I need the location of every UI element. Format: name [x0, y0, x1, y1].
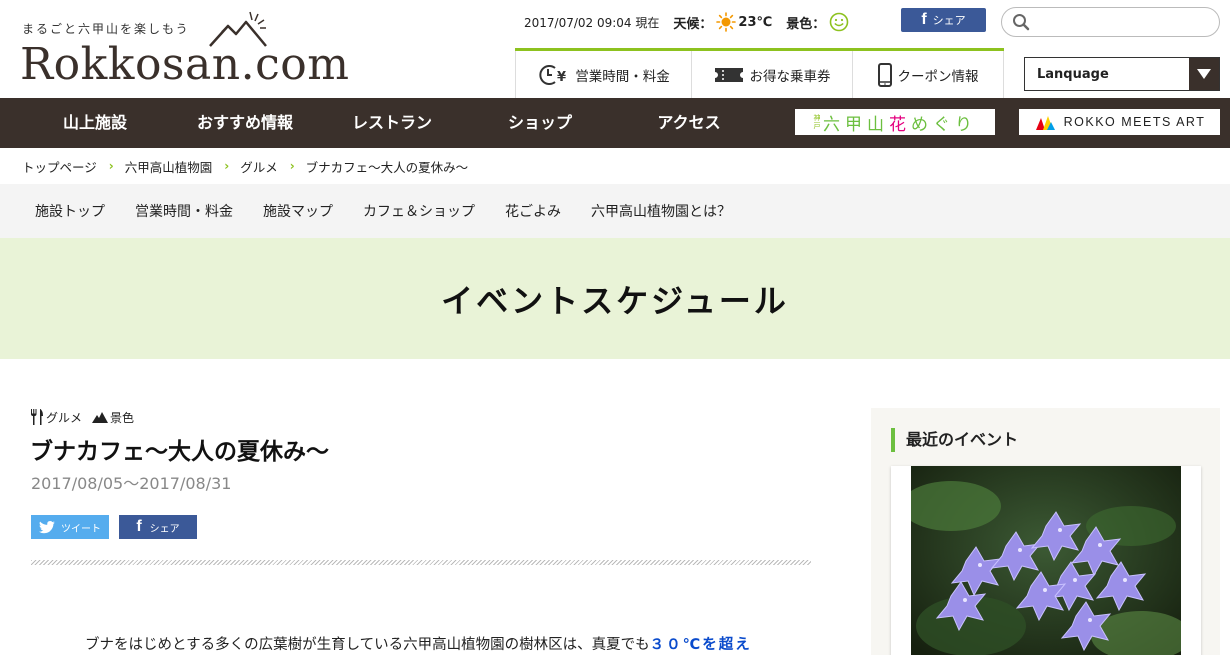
article-title: ブナカフェ～大人の夏休み～ [30, 439, 329, 465]
quick-link-coupons[interactable]: クーポン情報 [852, 51, 1004, 98]
banner-hana-text: 六甲山花めぐり [823, 114, 977, 135]
chevron-right-icon: › [224, 159, 230, 173]
sub-nav-item[interactable]: 花ごよみ [505, 201, 561, 221]
sub-nav-item[interactable]: 営業時間・料金 [135, 201, 233, 221]
facebook-icon: f [136, 518, 142, 535]
search-input[interactable] [1001, 7, 1220, 37]
tweet-button[interactable]: ツイート [31, 515, 109, 539]
quick-nav: ¥ 営業時間・料金 お得な乗車券 クーポン情報 [515, 48, 1004, 98]
status-bar: 2017/07/02 09:04 現在 天候： 23℃ 景色： [524, 10, 849, 34]
logo-wordmark: Rokkosan.com [20, 39, 350, 90]
sun-icon [716, 12, 737, 32]
sub-nav-item[interactable]: 施設トップ [35, 201, 105, 221]
category-tag[interactable]: グルメ [30, 408, 82, 426]
breadcrumb-current: ブナカフェ～大人の夏休み～ [305, 159, 469, 175]
event-date: 2017/08/05～2017/08/31 [31, 474, 232, 493]
breadcrumb-link[interactable]: トップページ [22, 157, 97, 176]
sidebar: 最近のイベント [871, 408, 1220, 655]
weather-label: 天候： [673, 16, 713, 32]
page-title: イベントスケジュール [441, 281, 789, 320]
nav-item-recommended[interactable]: おすすめ情報 [180, 98, 310, 148]
facility-sub-nav: 施設トップ 営業時間・料金 施設マップ カフェ＆ショップ 花ごよみ 六甲高山植物… [0, 184, 1230, 238]
breadcrumb-link[interactable]: グルメ [240, 157, 278, 176]
mountain-icon [92, 412, 109, 423]
site-logo[interactable]: まるごと六甲山を楽しもう Rokkosan.com [20, 10, 370, 90]
facebook-share-label: シェア [149, 523, 180, 535]
facebook-share-label: シェア [932, 14, 966, 27]
chevron-down-icon [1189, 58, 1219, 90]
facebook-icon: f [921, 11, 927, 28]
banner-hana-prefix: 神戸 [813, 114, 821, 130]
nav-item-restaurant[interactable]: レストラン [332, 98, 452, 148]
page-hero: イベントスケジュール [0, 238, 1230, 359]
rokko-meets-art-banner[interactable]: ROKKO MEETS ART [1019, 109, 1220, 135]
quick-link-label: クーポン情報 [897, 68, 979, 85]
quick-link-label: お得な乗車券 [749, 68, 831, 85]
category-label: グルメ [46, 410, 83, 425]
art-logo-icon [1035, 116, 1055, 130]
twitter-icon [39, 520, 55, 533]
sidebar-heading: 最近のイベント [891, 428, 1018, 452]
chevron-right-icon: › [108, 159, 114, 173]
breadcrumb: トップページ › 六甲高山植物園 › グルメ › ブナカフェ～大人の夏休み～ [22, 148, 468, 184]
page: まるごと六甲山を楽しもう Rokkosan.com 2017/07/02 09:… [0, 0, 1230, 655]
smile-icon [829, 12, 849, 32]
hydrangea-photo [911, 466, 1181, 655]
language-select-label: Lanquage [1037, 66, 1109, 82]
status-datetime: 2017/07/02 09:04 現在 [524, 15, 660, 30]
ticket-icon [714, 67, 743, 82]
nav-item-access[interactable]: アクセス [636, 98, 742, 148]
svg-text:¥: ¥ [557, 70, 566, 85]
phone-icon [877, 62, 892, 87]
facebook-share-button[interactable]: f シェア [119, 515, 197, 539]
language-select[interactable]: Lanquage [1024, 57, 1220, 91]
site-header: まるごと六甲山を楽しもう Rokkosan.com 2017/07/02 09:… [0, 0, 1230, 98]
quick-link-hours[interactable]: ¥ 営業時間・料金 [515, 51, 691, 98]
breadcrumb-link[interactable]: 六甲高山植物園 [125, 157, 213, 176]
recent-event-card[interactable] [891, 466, 1201, 655]
hatched-divider [31, 560, 811, 565]
temperature-value: 23℃ [738, 14, 773, 30]
nav-item-shop[interactable]: ショップ [488, 98, 592, 148]
article-body: ブナをはじめとする多くの広葉樹が生育している六甲高山植物園の樹林区は、真夏でも３… [85, 637, 752, 653]
fork-knife-icon [31, 409, 43, 425]
banner-art-text: ROKKO MEETS ART [1063, 115, 1206, 129]
search-icon [1013, 14, 1030, 31]
tweet-label: ツイート [61, 523, 101, 535]
category-tags: グルメ 景色 [30, 408, 142, 426]
sub-nav-item[interactable]: カフェ＆ショップ [363, 201, 475, 221]
scenery-label: 景色： [786, 16, 826, 32]
quick-link-label: 営業時間・料金 [575, 68, 670, 85]
clock-yen-icon: ¥ [539, 64, 566, 85]
nav-item-facilities[interactable]: 山上施設 [40, 98, 150, 148]
chevron-right-icon: › [289, 159, 295, 173]
quick-link-tickets[interactable]: お得な乗車券 [691, 51, 852, 98]
sub-nav-item[interactable]: 六甲高山植物園とは？ [591, 201, 731, 221]
flower-tour-banner[interactable]: 神戸 六甲山花めぐり [795, 109, 995, 135]
category-tag[interactable]: 景色 [92, 409, 134, 426]
category-label: 景色 [110, 410, 135, 425]
facebook-share-button[interactable]: f シェア [901, 8, 986, 32]
logo-tagline: まるごと六甲山を楽しもう [22, 22, 190, 36]
body-highlight: ３０℃を超え [649, 637, 752, 653]
sub-nav-item[interactable]: 施設マップ [263, 201, 333, 221]
